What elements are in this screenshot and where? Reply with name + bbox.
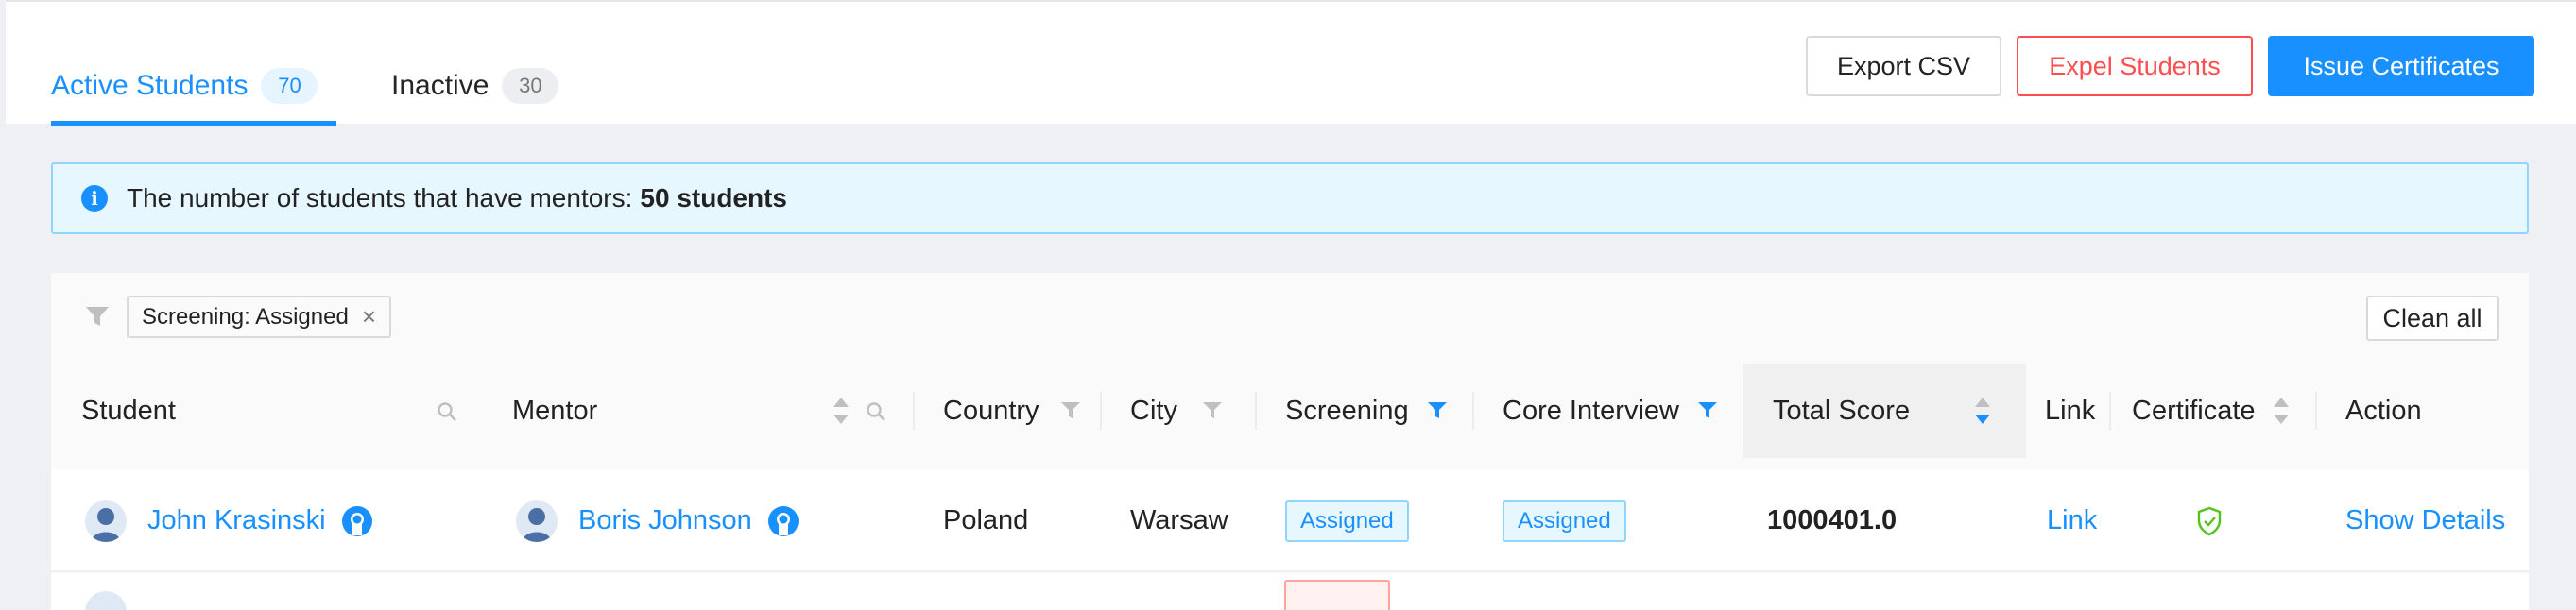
- tab-active-students[interactable]: Active Students 70: [51, 68, 318, 104]
- export-csv-button[interactable]: Export CSV: [1806, 36, 2001, 96]
- city-cell: Warsaw: [1130, 505, 1228, 535]
- sort-descending-icon[interactable]: [1973, 396, 1992, 426]
- students-table-card: Screening: Assigned × Clean all Student …: [51, 273, 2529, 610]
- status-badge: [1284, 580, 1390, 610]
- column-header-student[interactable]: Student: [81, 364, 176, 458]
- profile-link[interactable]: Link: [2047, 469, 2097, 572]
- table-row: [51, 574, 2529, 610]
- active-tab-indicator: [51, 121, 336, 126]
- table-row: John Krasinski Boris Johnson Poland Wars…: [51, 469, 2529, 572]
- tab-count-badge: 30: [502, 68, 559, 104]
- core-interview-cell: Assigned: [1503, 469, 1626, 572]
- tab-count-badge: 70: [261, 68, 318, 104]
- column-divider: [2315, 392, 2317, 430]
- status-badge: Assigned: [1503, 500, 1626, 542]
- avatar: [85, 500, 127, 542]
- column-divider: [1472, 392, 1474, 430]
- sort-icon[interactable]: [832, 396, 850, 426]
- column-divider: [1255, 392, 1257, 430]
- mentor-name-link[interactable]: Boris Johnson: [578, 505, 752, 536]
- search-icon[interactable]: [437, 401, 457, 422]
- shield-check-icon: [2197, 506, 2222, 535]
- filter-active-icon[interactable]: [1427, 401, 1448, 420]
- column-divider: [913, 392, 915, 430]
- clean-all-button[interactable]: Clean all: [2366, 296, 2499, 341]
- country-cell: Poland: [943, 505, 1029, 535]
- column-divider: [2109, 392, 2111, 430]
- filter-chip-label: Screening: Assigned: [142, 303, 349, 330]
- info-icon: i: [81, 185, 108, 212]
- alert-text: The number of students that have mentors…: [127, 183, 633, 212]
- column-header-total-score[interactable]: Total Score: [1773, 364, 1910, 458]
- tab-inactive[interactable]: Inactive 30: [391, 68, 559, 104]
- status-badge: Assigned: [1285, 500, 1409, 542]
- column-header-screening[interactable]: Screening: [1285, 364, 1409, 458]
- filter-active-icon[interactable]: [1697, 401, 1718, 420]
- filter-chip-screening: Screening: Assigned ×: [127, 296, 391, 338]
- column-header-link: Link: [2045, 395, 2096, 426]
- filter-icon[interactable]: [1202, 401, 1223, 420]
- sort-icon[interactable]: [2272, 396, 2291, 426]
- tab-label: Inactive: [391, 70, 489, 101]
- tab-label: Active Students: [51, 70, 249, 101]
- column-divider: [1100, 392, 1102, 430]
- student-name-link[interactable]: John Krasinski: [147, 505, 326, 536]
- close-icon[interactable]: ×: [362, 302, 376, 331]
- mentors-info-alert: i The number of students that have mento…: [51, 162, 2529, 234]
- column-header-certificate[interactable]: Certificate: [2132, 364, 2256, 458]
- total-score-cell: 1000401.0: [1767, 505, 1898, 535]
- avatar: [516, 500, 558, 542]
- expel-students-button[interactable]: Expel Students: [2017, 36, 2253, 96]
- column-header-mentor[interactable]: Mentor: [512, 364, 597, 458]
- github-icon[interactable]: [341, 505, 373, 537]
- search-icon[interactable]: [866, 401, 886, 422]
- filter-icon: [86, 307, 109, 326]
- column-header-action: Action: [2345, 395, 2422, 426]
- screening-cell: Assigned: [1285, 469, 1409, 572]
- mentor-cell: Boris Johnson: [516, 469, 799, 572]
- page-header: Active Students 70 Inactive 30 Export CS…: [6, 0, 2576, 126]
- issue-certificates-button[interactable]: Issue Certificates: [2268, 36, 2534, 96]
- avatar: [85, 591, 127, 610]
- column-header-city[interactable]: City: [1130, 364, 1177, 458]
- table-header: Student Mentor Country City Screening Co…: [51, 364, 2529, 458]
- student-cell: John Krasinski: [85, 469, 373, 572]
- column-header-core-interview[interactable]: Core Interview: [1503, 364, 1679, 458]
- filter-bar: Screening: Assigned × Clean all: [51, 273, 2529, 364]
- show-details-link[interactable]: Show Details: [2345, 469, 2505, 572]
- github-icon[interactable]: [767, 505, 799, 537]
- column-header-country[interactable]: Country: [943, 364, 1039, 458]
- certificate-cell: [2196, 469, 2223, 572]
- alert-value: 50 students: [640, 183, 788, 212]
- filter-icon[interactable]: [1060, 401, 1081, 420]
